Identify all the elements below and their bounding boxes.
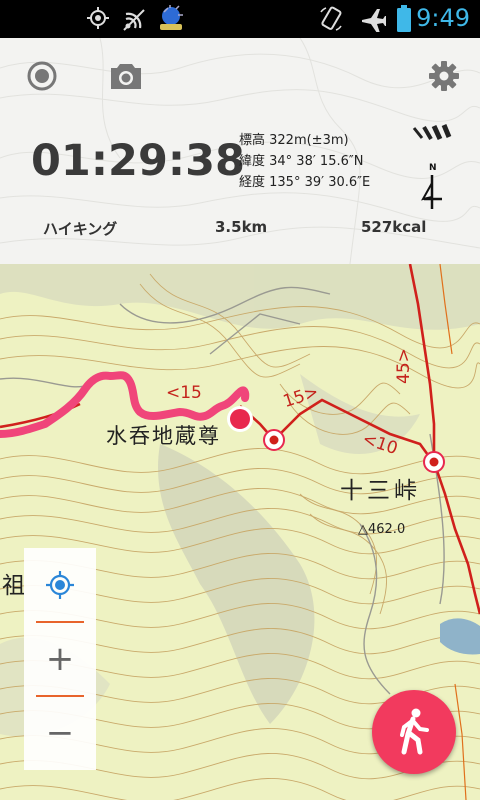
altitude-readout: 標高 322m(±3m) — [239, 133, 349, 148]
place-label: 十三峠 — [340, 478, 421, 504]
gps-icon — [86, 6, 110, 34]
wifi-broadcast-icon — [122, 6, 148, 36]
current-position-marker — [227, 406, 253, 432]
latitude-readout: 緯度 34° 38′ 15.6″N — [239, 154, 364, 169]
my-location-button[interactable] — [24, 550, 96, 620]
place-label: 水呑地蔵尊 — [106, 424, 221, 448]
settings-button[interactable] — [424, 56, 464, 96]
distance-stat: 3.5km — [215, 218, 268, 236]
record-icon — [27, 61, 57, 91]
place-label: 祖 — [2, 573, 25, 599]
app-notification-icon — [156, 4, 186, 36]
my-location-icon — [46, 571, 74, 599]
position-readout: 標高 322m(±3m) 緯度 34° 38′ 15.6″N 経度 135° 3… — [239, 130, 370, 193]
signal-strength-icon — [412, 124, 452, 146]
zoom-in-button[interactable]: + — [24, 624, 96, 694]
calories-stat: 527kcal — [361, 218, 427, 236]
compass-north-label: N — [429, 163, 437, 173]
clock: 9:49 — [416, 4, 470, 32]
airplane-icon — [360, 6, 387, 36]
waypoint-marker[interactable] — [423, 451, 445, 473]
activity-button[interactable] — [372, 690, 456, 774]
camera-icon — [111, 64, 141, 89]
longitude-readout: 経度 135° 39′ 30.6″E — [239, 175, 371, 190]
zoom-divider — [36, 695, 84, 697]
elapsed-time: 01:29:38 — [31, 136, 245, 186]
status-bar: 9:49 — [0, 0, 480, 38]
activity-type: ハイキング — [43, 220, 118, 238]
waypoint-marker[interactable] — [263, 429, 285, 451]
summit-label: △462.0 — [358, 522, 406, 537]
zoom-controls: + − — [24, 548, 96, 770]
tracking-panel: 01:29:38 標高 322m(±3m) 緯度 34° 38′ 15.6″N … — [0, 38, 480, 264]
zoom-out-button[interactable]: − — [24, 698, 96, 768]
camera-button[interactable] — [106, 56, 146, 96]
rotate-icon — [318, 6, 344, 36]
slope-label: 45> — [393, 348, 414, 384]
walking-person-icon — [400, 708, 429, 755]
gear-icon — [429, 61, 459, 91]
battery-icon — [396, 5, 412, 37]
zoom-divider — [36, 621, 84, 623]
record-button[interactable] — [22, 56, 62, 96]
slope-label: <15 — [166, 383, 202, 403]
pond — [440, 618, 480, 655]
